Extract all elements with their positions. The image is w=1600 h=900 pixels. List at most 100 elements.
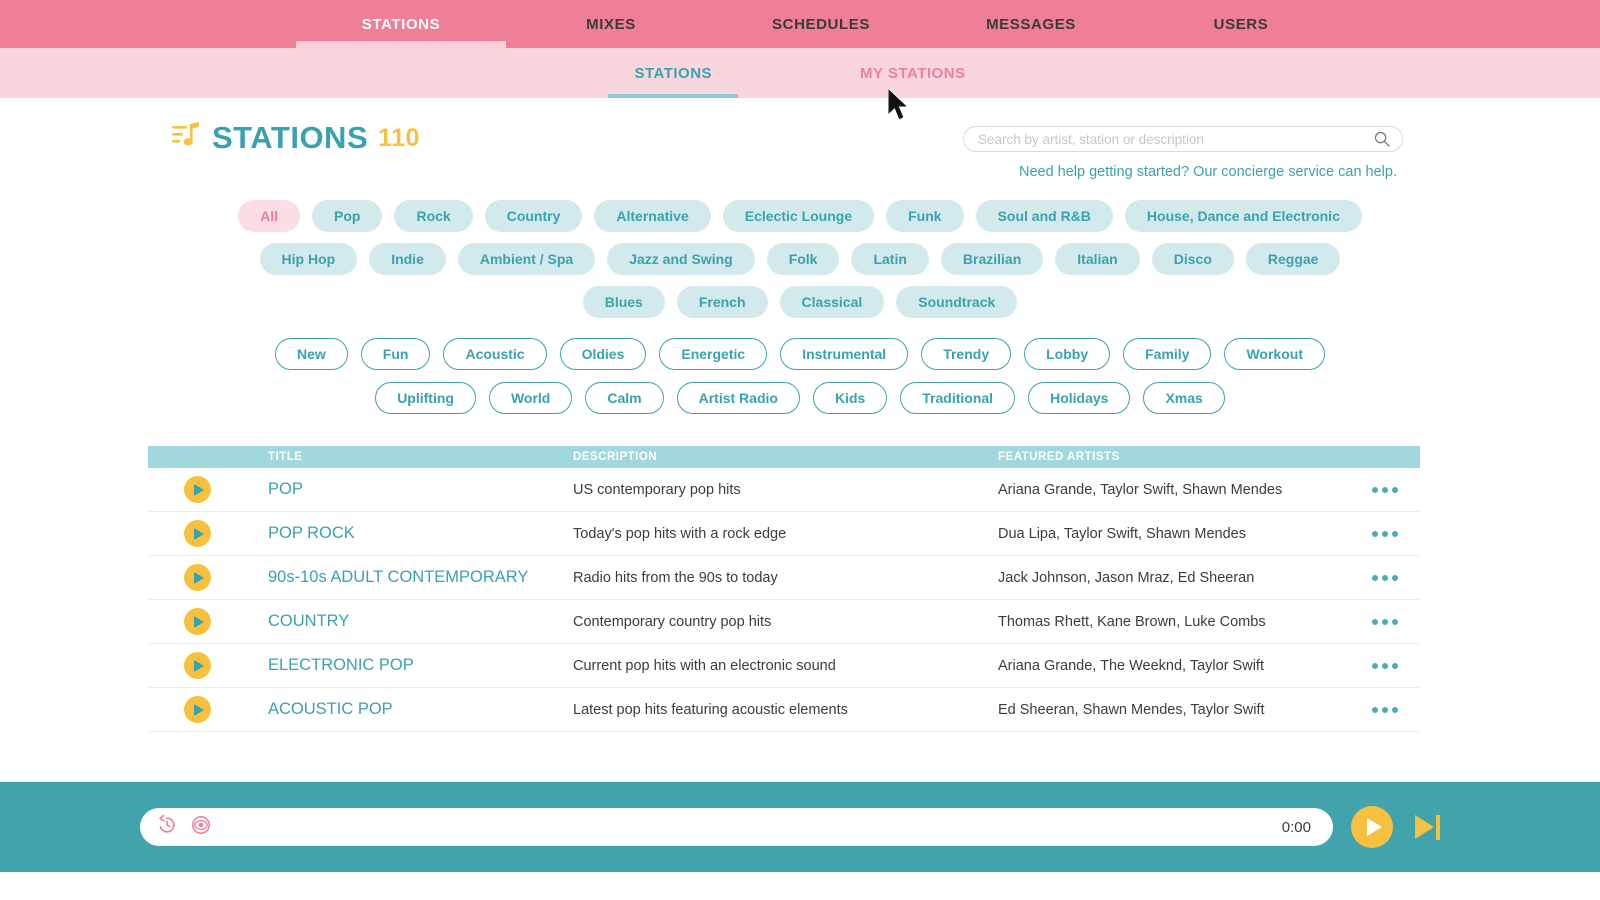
station-title[interactable]: ACOUSTIC POP — [268, 700, 573, 719]
table-row[interactable]: POP ROCK Today's pop hits with a rock ed… — [148, 512, 1420, 556]
genre-chip-folk[interactable]: Folk — [766, 243, 840, 275]
station-title[interactable]: POP ROCK — [268, 524, 573, 543]
search-icon[interactable] — [1374, 131, 1390, 147]
mood-chip-oldies[interactable]: Oldies — [559, 338, 647, 370]
mood-chip-xmas[interactable]: Xmas — [1143, 382, 1225, 414]
more-options-icon[interactable] — [1350, 574, 1420, 581]
chip-label: Italian — [1077, 251, 1118, 267]
genre-chip-latin[interactable]: Latin — [851, 243, 929, 275]
nav-item-users[interactable]: USERS — [1136, 0, 1346, 48]
chip-label: Country — [506, 208, 561, 224]
station-featured-artists: Ariana Grande, The Weeknd, Taylor Swift — [998, 657, 1264, 674]
genre-chip-brazilian[interactable]: Brazilian — [940, 243, 1044, 275]
genre-chip-country[interactable]: Country — [484, 200, 583, 232]
nav-item-stations[interactable]: STATIONS — [296, 0, 506, 48]
station-title[interactable]: 90s-10s ADULT CONTEMPORARY — [268, 568, 573, 587]
tab-stations[interactable]: STATIONS — [608, 48, 738, 98]
genre-chip-french[interactable]: French — [676, 286, 768, 318]
table-row[interactable]: 90s-10s ADULT CONTEMPORARY Radio hits fr… — [148, 556, 1420, 600]
mood-chip-kids[interactable]: Kids — [812, 382, 888, 414]
chip-label: Ambient / Spa — [479, 251, 574, 267]
mood-chip-lobby[interactable]: Lobby — [1024, 338, 1111, 370]
genre-chip-disco[interactable]: Disco — [1151, 243, 1234, 275]
mood-chip-workout[interactable]: Workout — [1224, 338, 1325, 370]
chip-label: Rock — [416, 208, 451, 224]
station-featured-artists: Ariana Grande, Taylor Swift, Shawn Mende… — [998, 481, 1283, 498]
mood-chip-instrumental[interactable]: Instrumental — [780, 338, 909, 370]
more-options-icon[interactable] — [1350, 706, 1420, 713]
station-title[interactable]: COUNTRY — [268, 612, 573, 631]
genre-chip-hip-hop[interactable]: Hip Hop — [259, 243, 358, 275]
genre-chip-soundtrack[interactable]: Soundtrack — [896, 286, 1018, 318]
row-play-cell — [148, 608, 268, 635]
genre-chip-italian[interactable]: Italian — [1055, 243, 1140, 275]
mood-chip-fun[interactable]: Fun — [360, 338, 431, 370]
concierge-link[interactable]: Need help getting started? Our concierge… — [963, 164, 1403, 180]
table-row[interactable]: ACOUSTIC POP Latest pop hits featuring a… — [148, 688, 1420, 732]
more-options-icon[interactable] — [1350, 618, 1420, 625]
play-icon[interactable] — [184, 476, 211, 503]
chip-label: Artist Radio — [698, 390, 778, 406]
mood-chip-acoustic[interactable]: Acoustic — [443, 338, 547, 370]
genre-chip-indie[interactable]: Indie — [369, 243, 446, 275]
mood-chip-uplifting[interactable]: Uplifting — [375, 382, 476, 414]
page-title-text: STATIONS — [212, 120, 369, 155]
genre-chip-soul-and-rnb[interactable]: Soul and R&B — [975, 200, 1113, 232]
chip-label: Soul and R&B — [997, 208, 1091, 224]
more-options-icon[interactable] — [1350, 486, 1420, 493]
table-row[interactable]: POP US contemporary pop hits Ariana Gran… — [148, 468, 1420, 512]
skip-next-icon[interactable] — [1415, 814, 1440, 840]
mood-chip-artist-radio[interactable]: Artist Radio — [676, 382, 800, 414]
play-icon[interactable] — [184, 564, 211, 591]
play-icon[interactable] — [1351, 806, 1393, 848]
search-input[interactable] — [978, 131, 1368, 147]
play-icon[interactable] — [184, 696, 211, 723]
more-options-icon[interactable] — [1350, 662, 1420, 669]
genre-chip-rock[interactable]: Rock — [394, 200, 473, 232]
genre-chip-funk[interactable]: Funk — [886, 200, 964, 232]
mood-chip-trendy[interactable]: Trendy — [921, 338, 1012, 370]
eye-icon[interactable] — [190, 814, 212, 841]
genre-chip-ambient-spa[interactable]: Ambient / Spa — [457, 243, 596, 275]
genre-chip-blues[interactable]: Blues — [582, 286, 665, 318]
genre-chip-jazz-and-swing[interactable]: Jazz and Swing — [607, 243, 755, 275]
mood-chip-traditional[interactable]: Traditional — [900, 382, 1016, 414]
mood-chip-holidays[interactable]: Holidays — [1028, 382, 1131, 414]
genre-chip-house-dance-electronic[interactable]: House, Dance and Electronic — [1124, 200, 1362, 232]
nav-item-messages[interactable]: MESSAGES — [926, 0, 1136, 48]
more-options-icon[interactable] — [1350, 530, 1420, 537]
station-title[interactable]: ELECTRONIC POP — [268, 656, 573, 675]
table-row[interactable]: ELECTRONIC POP Current pop hits with an … — [148, 644, 1420, 688]
station-description: Current pop hits with an electronic soun… — [573, 657, 836, 674]
genre-chip-eclectic-lounge[interactable]: Eclectic Lounge — [722, 200, 875, 232]
history-rewind-icon[interactable] — [156, 814, 178, 841]
chip-label: House, Dance and Electronic — [1146, 208, 1340, 224]
genre-row-2: Hip Hop Indie Ambient / Spa Jazz and Swi… — [0, 243, 1600, 275]
play-icon[interactable] — [184, 520, 211, 547]
search-box[interactable] — [963, 126, 1403, 152]
mood-chip-family[interactable]: Family — [1123, 338, 1212, 370]
chip-label: Folk — [788, 251, 818, 267]
table-row[interactable]: COUNTRY Contemporary country pop hits Th… — [148, 600, 1420, 644]
mood-chip-energetic[interactable]: Energetic — [659, 338, 768, 370]
genre-chip-classical[interactable]: Classical — [779, 286, 885, 318]
genre-chip-alternative[interactable]: Alternative — [594, 200, 711, 232]
station-title[interactable]: POP — [268, 480, 573, 499]
mood-chip-calm[interactable]: Calm — [585, 382, 664, 414]
play-icon[interactable] — [184, 652, 211, 679]
genre-chip-all[interactable]: All — [238, 200, 301, 232]
genre-chip-pop[interactable]: Pop — [312, 200, 383, 232]
mood-chip-new[interactable]: New — [275, 338, 348, 370]
track-icon-group — [156, 814, 212, 841]
nav-item-schedules[interactable]: SCHEDULES — [716, 0, 926, 48]
station-featured-artists: Thomas Rhett, Kane Brown, Luke Combs — [998, 613, 1266, 630]
play-icon[interactable] — [184, 608, 211, 635]
nav-item-mixes[interactable]: MIXES — [506, 0, 716, 48]
tab-my-stations[interactable]: MY STATIONS — [834, 48, 992, 98]
mood-chip-world[interactable]: World — [488, 382, 573, 414]
tab-stations-label: STATIONS — [634, 64, 713, 82]
chip-label: Holidays — [1050, 390, 1109, 406]
row-play-cell — [148, 652, 268, 679]
genre-chip-reggae[interactable]: Reggae — [1245, 243, 1341, 275]
station-description: Today's pop hits with a rock edge — [573, 525, 787, 542]
